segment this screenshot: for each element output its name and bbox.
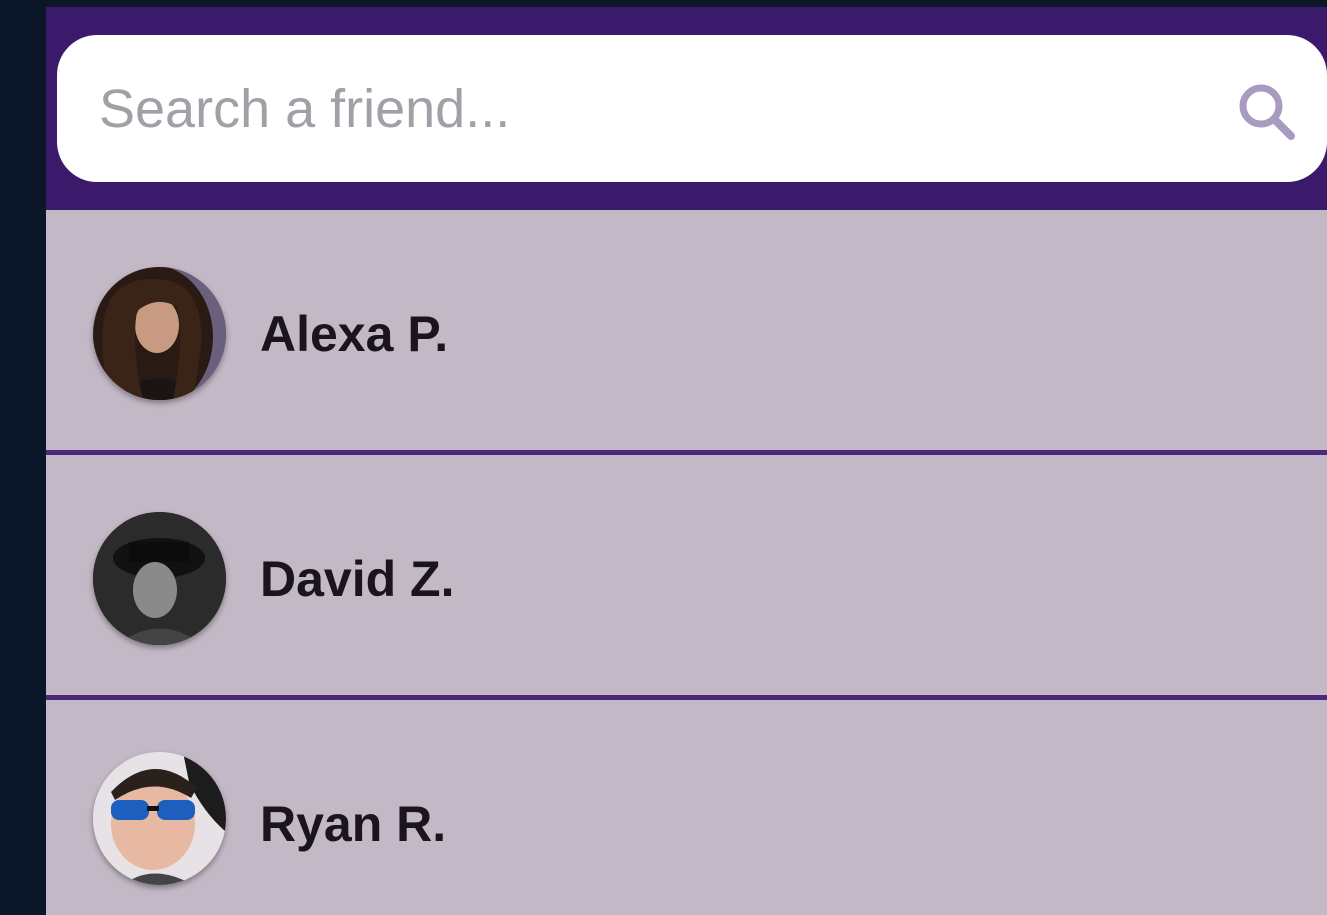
list-item[interactable]: David Z.: [46, 455, 1327, 695]
avatar: [93, 512, 226, 645]
list-item[interactable]: Alexa P.: [46, 210, 1327, 450]
friend-name: David Z.: [260, 551, 455, 607]
list-item[interactable]: Ryan R.: [46, 700, 1327, 915]
search-field[interactable]: [57, 35, 1327, 182]
search-bar: [46, 7, 1327, 210]
avatar: [93, 752, 226, 885]
friends-panel: Alexa P. David Z.: [46, 7, 1327, 915]
app-frame: Alexa P. David Z.: [0, 0, 1327, 915]
search-icon[interactable]: [1235, 80, 1299, 144]
friend-name: Ryan R.: [260, 796, 447, 852]
avatar: [93, 267, 226, 400]
friend-name: Alexa P.: [260, 306, 449, 362]
search-input[interactable]: [99, 35, 1179, 182]
